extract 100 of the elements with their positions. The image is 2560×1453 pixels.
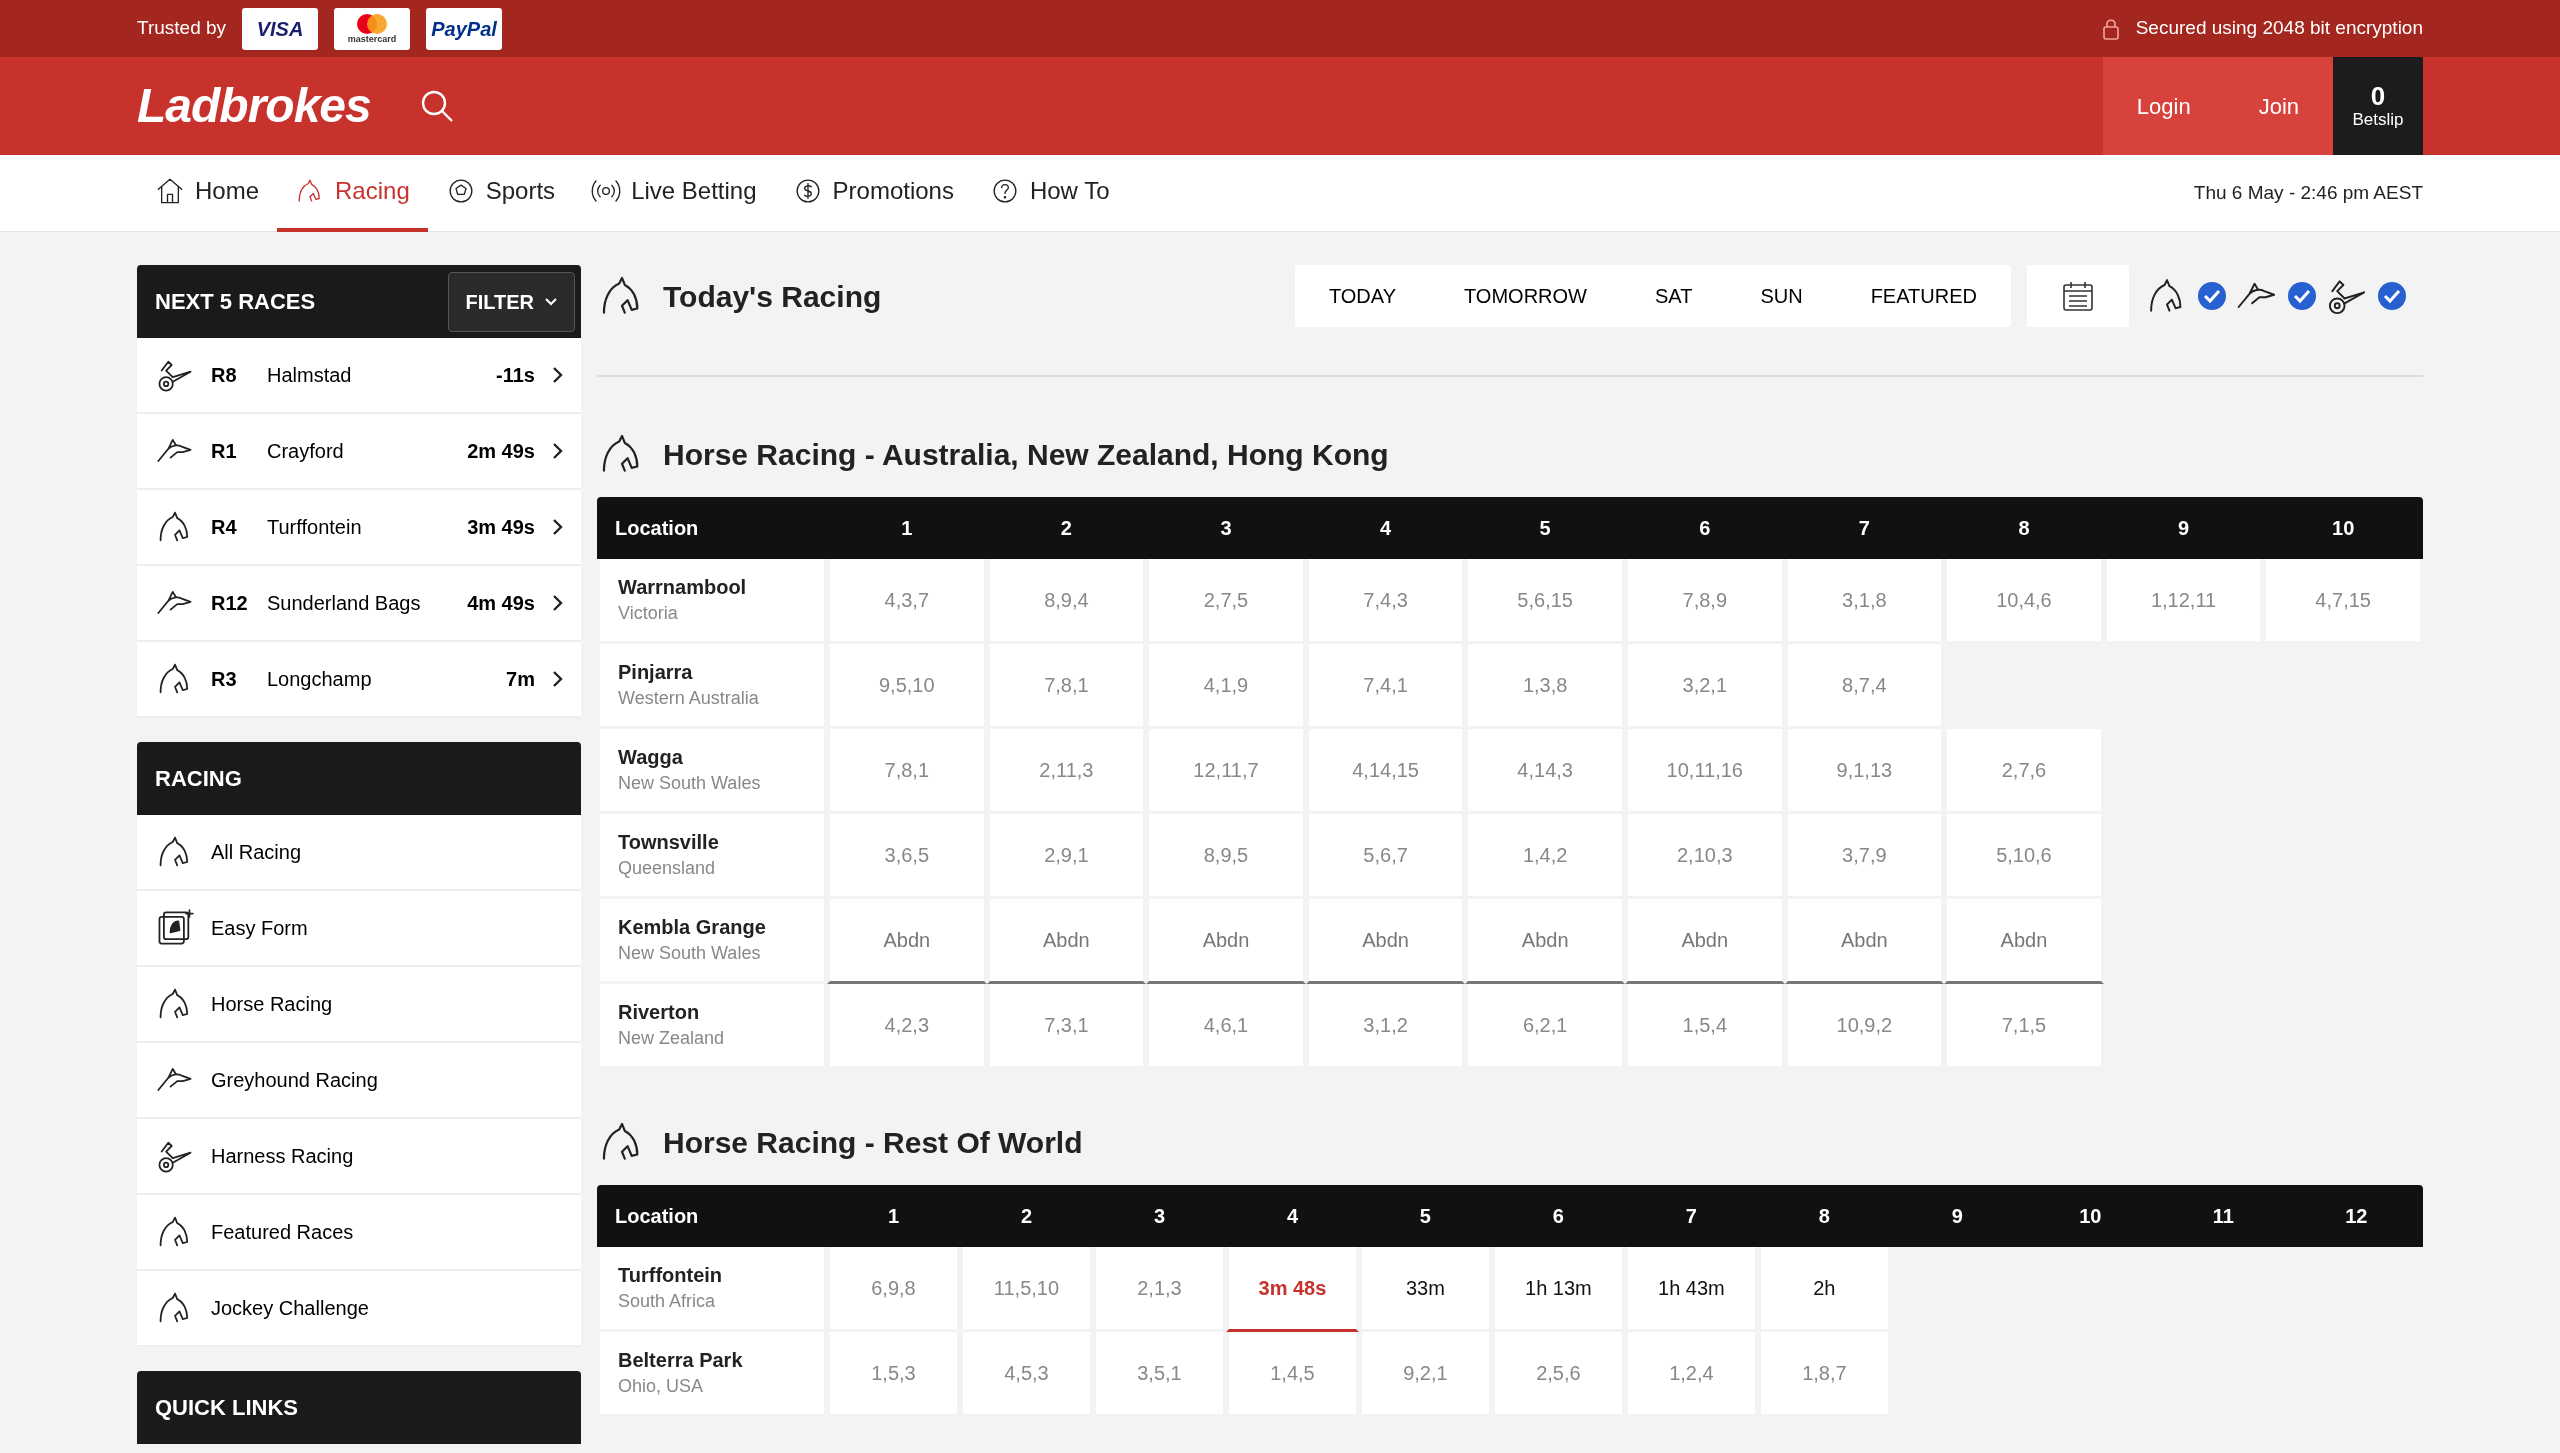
- column-header: 5: [1539, 517, 1551, 539]
- race-cell[interactable]: 4,5,3: [960, 1332, 1093, 1417]
- day-tab[interactable]: TODAY: [1294, 265, 1430, 327]
- race-cell[interactable]: 1,4,2: [1465, 814, 1625, 899]
- race-cell[interactable]: 5,6,15: [1465, 559, 1625, 644]
- column-header: Location: [615, 517, 699, 539]
- nav-tab[interactable]: Sports: [427, 154, 574, 232]
- race-cell[interactable]: 6,2,1: [1465, 984, 1625, 1069]
- column-header: 7: [1858, 517, 1870, 539]
- calendar-button[interactable]: [2026, 265, 2129, 327]
- column-header: 3: [1220, 517, 1232, 539]
- location-cell[interactable]: Warrnambool Victoria: [597, 559, 827, 644]
- checkbox[interactable]: [2376, 281, 2407, 311]
- nav-tab[interactable]: Promotions: [774, 154, 972, 232]
- column-header: 12: [2345, 1205, 2368, 1227]
- race-cell[interactable]: 3,6,5: [827, 814, 987, 899]
- chevron-right-icon: [551, 366, 563, 384]
- nav-tab[interactable]: How To: [971, 154, 1128, 232]
- race-cell[interactable]: 6,9,8: [827, 1247, 960, 1332]
- location-cell[interactable]: Turffontein South Africa: [597, 1247, 827, 1332]
- day-tab[interactable]: TOMORROW: [1430, 265, 1621, 327]
- race-cell[interactable]: 4,14,3: [1465, 729, 1625, 814]
- section-title: Horse Racing - Australia, New Zealand, Hong Kong: [663, 436, 1389, 473]
- race-cell[interactable]: 5,10,6: [1944, 814, 2104, 899]
- location-cell[interactable]: Riverton New Zealand: [597, 984, 827, 1069]
- join-button[interactable]: Join: [2224, 57, 2333, 155]
- column-header: Location: [615, 1205, 699, 1227]
- checkbox[interactable]: [2286, 281, 2317, 311]
- race-cell[interactable]: 4,3,7: [827, 559, 987, 644]
- column-header: 3: [1153, 1205, 1165, 1227]
- race-cell[interactable]: Abdn: [1305, 899, 1466, 984]
- race-cell[interactable]: 8,9,5: [1146, 814, 1306, 899]
- menu-item[interactable]: All Racing: [137, 815, 581, 891]
- location-cell[interactable]: Wagga New South Wales: [597, 729, 827, 814]
- race-row[interactable]: R12 Sunderland Bags 4m 49s: [137, 566, 581, 642]
- nav-tab[interactable]: Home: [137, 154, 278, 232]
- column-header: 4: [1286, 1205, 1298, 1227]
- race-cell[interactable]: 2,7,6: [1944, 729, 2104, 814]
- menu-item[interactable]: Horse Racing: [137, 967, 581, 1043]
- race-cell[interactable]: 12,11,7: [1146, 729, 1306, 814]
- trusted-by-label: Trusted by: [137, 16, 227, 41]
- race-cell[interactable]: Abdn: [986, 899, 1147, 984]
- menu-item[interactable]: Easy Form: [137, 891, 581, 967]
- location-cell[interactable]: Pinjarra Western Australia: [597, 644, 827, 729]
- chevron-right-icon: [551, 594, 563, 612]
- logo[interactable]: Ladbrokes: [137, 70, 371, 142]
- day-tab[interactable]: FEATURED: [1836, 265, 2011, 327]
- race-cell[interactable]: Abdn: [1944, 899, 2104, 984]
- nav-tab[interactable]: Live Betting: [573, 154, 775, 232]
- column-header: 8: [1818, 1205, 1830, 1227]
- chevron-down-icon: [544, 296, 558, 307]
- column-header: 8: [2018, 517, 2030, 539]
- panel-title: RACING: [155, 765, 242, 793]
- race-cell[interactable]: Abdn: [1624, 899, 1785, 984]
- race-cell[interactable]: 9,5,10: [827, 644, 987, 729]
- race-cell[interactable]: Abdn: [827, 899, 987, 984]
- panel-title: NEXT 5 RACES: [155, 288, 316, 316]
- race-cell[interactable]: 4,1,9: [1146, 644, 1306, 729]
- nav-tab[interactable]: Racing: [277, 154, 428, 232]
- race-cell[interactable]: Abdn: [1465, 899, 1625, 984]
- race-cell[interactable]: 4,2,3: [827, 984, 987, 1069]
- menu-item[interactable]: Harness Racing: [137, 1119, 581, 1195]
- location-cell[interactable]: Townsville Queensland: [597, 814, 827, 899]
- betslip-button[interactable]: 0 Betslip: [2333, 57, 2423, 155]
- race-cell[interactable]: Abdn: [1784, 899, 1945, 984]
- filter-button[interactable]: FILTER: [448, 271, 575, 332]
- race-cell[interactable]: 7,8,1: [827, 729, 987, 814]
- location-cell[interactable]: Kembla Grange New South Wales: [597, 899, 827, 984]
- race-cell[interactable]: 1,3,8: [1465, 644, 1625, 729]
- race-cell[interactable]: 1,5,3: [827, 1332, 960, 1417]
- column-header: 6: [1552, 1205, 1564, 1227]
- race-row[interactable]: R8 Halmstad -11s: [137, 338, 581, 414]
- lock-icon: [2101, 17, 2120, 40]
- day-tab[interactable]: SAT: [1620, 265, 1727, 327]
- login-button[interactable]: Login: [2102, 57, 2225, 155]
- race-cell[interactable]: 7,1,5: [1944, 984, 2104, 1069]
- column-header: 5: [1419, 1205, 1431, 1227]
- menu-item[interactable]: Greyhound Racing: [137, 1043, 581, 1119]
- chevron-right-icon: [551, 670, 563, 688]
- menu-item[interactable]: Featured Races: [137, 1195, 581, 1271]
- checkbox[interactable]: [2196, 281, 2227, 311]
- column-header: 7: [1685, 1205, 1697, 1227]
- race-row[interactable]: R1 Crayford 2m 49s: [137, 414, 581, 490]
- race-cell[interactable]: 2,7,5: [1146, 559, 1306, 644]
- race-cell[interactable]: 3m 48s: [1225, 1247, 1359, 1332]
- race-cell[interactable]: Abdn: [1146, 899, 1306, 984]
- menu-item[interactable]: Jockey Challenge: [137, 1271, 581, 1347]
- column-header: 4: [1380, 517, 1392, 539]
- race-row[interactable]: R4 Turffontein 3m 49s: [137, 490, 581, 566]
- day-tab[interactable]: SUN: [1726, 265, 1837, 327]
- column-header: 6: [1699, 517, 1711, 539]
- location-cell[interactable]: Belterra Park Ohio, USA: [597, 1332, 827, 1417]
- race-cell[interactable]: 4,6,1: [1146, 984, 1306, 1069]
- column-header: 10: [2079, 1205, 2102, 1227]
- race-row[interactable]: R3 Longchamp 7m: [137, 642, 581, 718]
- column-header: 9: [2178, 517, 2190, 539]
- race-cell[interactable]: 10,4,6: [1944, 559, 2104, 644]
- race-cell[interactable]: 11,5,10: [960, 1247, 1093, 1332]
- chevron-right-icon: [551, 518, 563, 536]
- race-cell[interactable]: 4,7,15: [2263, 559, 2423, 644]
